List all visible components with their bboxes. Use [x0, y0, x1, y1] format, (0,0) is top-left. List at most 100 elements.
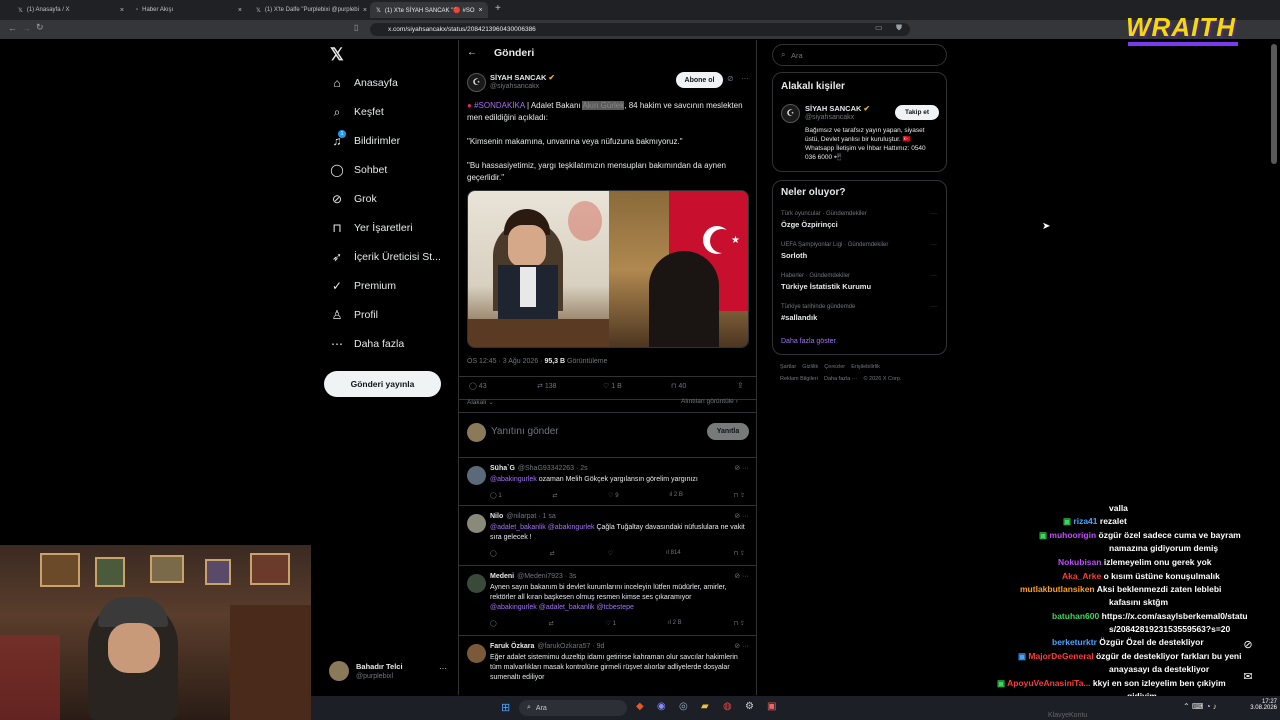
reply-button[interactable]: Yanıtla	[707, 423, 749, 440]
grok-icon[interactable]: ⊘	[727, 74, 734, 83]
reply-icon[interactable]: ◯	[490, 620, 497, 627]
more-icon[interactable]: ⊘ ···	[734, 512, 749, 520]
more-icon[interactable]: ···	[931, 273, 937, 279]
new-tab-icon[interactable]: +	[495, 3, 501, 14]
subscribe-button[interactable]: Abone ol	[676, 72, 723, 88]
app-icon[interactable]: ▣	[767, 701, 776, 712]
view-quotes-link[interactable]: Alıntıları görüntüle ›	[681, 398, 738, 405]
bookmark-icon[interactable]: ▯	[354, 23, 358, 32]
nav-explore[interactable]: ⌕ Keşfet	[330, 105, 384, 119]
author-name-row[interactable]: SİYAH SANCAK ✔	[490, 73, 555, 82]
scrollbar[interactable]	[1271, 44, 1277, 164]
nav-bookmarks[interactable]: ⊓ Yer İşaretleri	[330, 221, 412, 235]
app-icon[interactable]: ◍	[723, 701, 732, 712]
back-arrow-icon[interactable]: ←	[467, 47, 477, 58]
url-input[interactable]: x.com/siyahsancakx/status/20842139604300…	[370, 23, 910, 36]
discord-icon[interactable]: ◉	[657, 701, 666, 712]
views-icon[interactable]: ıl 2 B	[668, 620, 682, 627]
more-icon[interactable]: ⊘ ···	[734, 642, 749, 650]
trend-item[interactable]: Türkiye tarihinde gündemde #sallandık ···	[781, 304, 941, 322]
search-input[interactable]: ⌕ Ara	[772, 44, 947, 66]
browser-tab[interactable]: 𝕏 (1) Anasayfa / X ×	[12, 2, 130, 18]
nav-grok[interactable]: ⊘ Grok	[330, 192, 377, 206]
post-image[interactable]: ★	[467, 190, 749, 348]
author-avatar[interactable]: ☪	[467, 73, 486, 92]
close-icon[interactable]: ×	[479, 7, 483, 14]
bookmark-share-icons[interactable]: ⊓ ⇪	[734, 492, 745, 499]
more-icon[interactable]: ···	[741, 74, 749, 83]
browser-tab[interactable]: ▫ Haber Akışı ×	[130, 2, 248, 18]
trend-item[interactable]: Türk oyuncular · Gündemdekiler Özge Özpir…	[781, 211, 941, 229]
bookmark-share-icons[interactable]: ⊓ ⇪	[734, 620, 745, 627]
views-icon[interactable]: ıl 814	[666, 550, 681, 557]
tray-icons[interactable]: ⌃ ⌨ ◔ ♪	[1183, 702, 1217, 711]
screen-icon[interactable]: ▭	[875, 23, 883, 32]
more-icon[interactable]: ⊘ ···	[734, 572, 749, 580]
share-icon[interactable]: ⇪	[737, 381, 744, 390]
repost-icon[interactable]: ⇄	[552, 492, 557, 499]
more-icon[interactable]: ···	[931, 211, 937, 217]
heart-icon[interactable]: ♡ 1	[606, 620, 616, 627]
reply-item[interactable]: Medeni @Medeni7923 · 3s ⊘ ··· Aynen sayın …	[459, 565, 756, 635]
heart-icon[interactable]: ♡	[608, 550, 613, 557]
grok-icon[interactable]: ⊘	[1237, 633, 1259, 655]
nav-premium[interactable]: ✓ Premium	[330, 279, 396, 293]
follow-button[interactable]: Takip et	[895, 105, 939, 120]
reload-icon[interactable]: ↻	[36, 22, 44, 33]
more-icon[interactable]: ···	[931, 242, 937, 248]
related-toggle[interactable]: Alakalı ⌄	[467, 398, 494, 406]
reply-action[interactable]: ◯ 43	[469, 382, 487, 390]
clock[interactable]: 17:27 3.08.2026	[1241, 699, 1277, 711]
heart-icon[interactable]: ♡ 9	[608, 492, 618, 499]
person-name-row[interactable]: SİYAH SANCAK ✔	[805, 104, 870, 113]
trend-item[interactable]: Haberler · Gündemdekiler Türkiye İstatist…	[781, 273, 941, 291]
folder-icon[interactable]: ▰	[701, 701, 709, 712]
brave-icon[interactable]: ◆	[636, 701, 644, 712]
reply-item[interactable]: Nilo @nilarpat · 1 sa ⊘ ··· @adalet_bakanl…	[459, 505, 756, 565]
close-icon[interactable]: ×	[238, 7, 242, 14]
mention-link[interactable]: @adalet_bakanlik @abakingurlek	[490, 524, 595, 531]
close-icon[interactable]: ×	[363, 7, 367, 14]
mention-link[interactable]: @abakingurlek	[490, 476, 537, 483]
footer-links[interactable]: Reklam Bilgileri Daha fazla ··· © 2026 X…	[780, 376, 901, 382]
reply-icon[interactable]: ◯ 1	[490, 492, 502, 499]
account-switcher[interactable]: Bahadır Telci @purplebixl ···	[329, 660, 449, 684]
footer-links[interactable]: Şartlar Gizlilik Çerezler Erişilebilirli…	[780, 364, 880, 370]
nav-profile[interactable]: ♙ Profil	[330, 308, 378, 322]
hashtag-link[interactable]: #SONDAKİKA	[474, 101, 525, 110]
repost-action[interactable]: ⇄ 138	[537, 382, 557, 390]
reply-icon[interactable]: ◯	[490, 550, 497, 557]
trend-item[interactable]: UEFA Şampiyonlar Ligi · Gündemdekiler Sor…	[781, 242, 941, 260]
back-icon[interactable]: ←	[8, 23, 17, 33]
messages-icon[interactable]: ✉	[1237, 665, 1259, 687]
nav-notifications[interactable]: ♫ 1 Bildirimler	[330, 130, 400, 148]
steam-icon[interactable]: ◎	[679, 701, 688, 712]
browser-tab-active[interactable]: 𝕏 (1) X'te SİYAH SANCAK "🔴 #SO ×	[370, 2, 488, 18]
shield-icon[interactable]: ⛊	[896, 23, 902, 33]
repost-icon[interactable]: ⇄	[549, 620, 554, 627]
more-icon[interactable]: ···	[439, 664, 447, 673]
settings-icon[interactable]: ⚙	[745, 701, 754, 712]
nav-home[interactable]: ⌂ Anasayfa	[330, 76, 397, 90]
windows-start-icon[interactable]: ⊞	[501, 701, 510, 714]
reply-item[interactable]: Süha`G @ShaG93342263 · 2s ⊘ ··· @abakingur…	[459, 457, 756, 505]
taskbar-search[interactable]: ⌕ Ara	[519, 700, 627, 716]
repost-icon[interactable]: ⇄	[550, 550, 555, 557]
reply-item[interactable]: Faruk Özkara @farukOzkara57 · 9d ⊘ ··· Eğe…	[459, 635, 756, 695]
nav-messages[interactable]: ◯ Sohbet	[330, 163, 387, 177]
bookmark-share-icons[interactable]: ⊓ ⇪	[734, 550, 745, 557]
reply-input[interactable]: Yanıtını gönder	[491, 426, 559, 437]
like-action[interactable]: ♡ 1 B	[603, 382, 622, 390]
more-icon[interactable]: ···	[931, 304, 937, 310]
more-icon[interactable]: ⊘ ···	[734, 464, 749, 472]
views-icon[interactable]: ıl 2 B	[669, 492, 683, 499]
person-avatar[interactable]: ☪	[781, 104, 800, 123]
post-button[interactable]: Gönderi yayınla	[324, 371, 441, 397]
forward-icon[interactable]: →	[22, 23, 31, 33]
mention-link[interactable]: @abakingurlek @adalet_bakanlik @tcbestep…	[490, 604, 634, 611]
show-more-link[interactable]: Daha fazla göster	[781, 338, 836, 345]
bookmark-action[interactable]: ⊓ 40	[671, 382, 686, 390]
nav-more[interactable]: ⋯ Daha fazla	[330, 337, 404, 351]
nav-creator-studio[interactable]: ➶ İçerik Üreticisi St...	[330, 250, 441, 264]
close-icon[interactable]: ×	[120, 7, 124, 14]
